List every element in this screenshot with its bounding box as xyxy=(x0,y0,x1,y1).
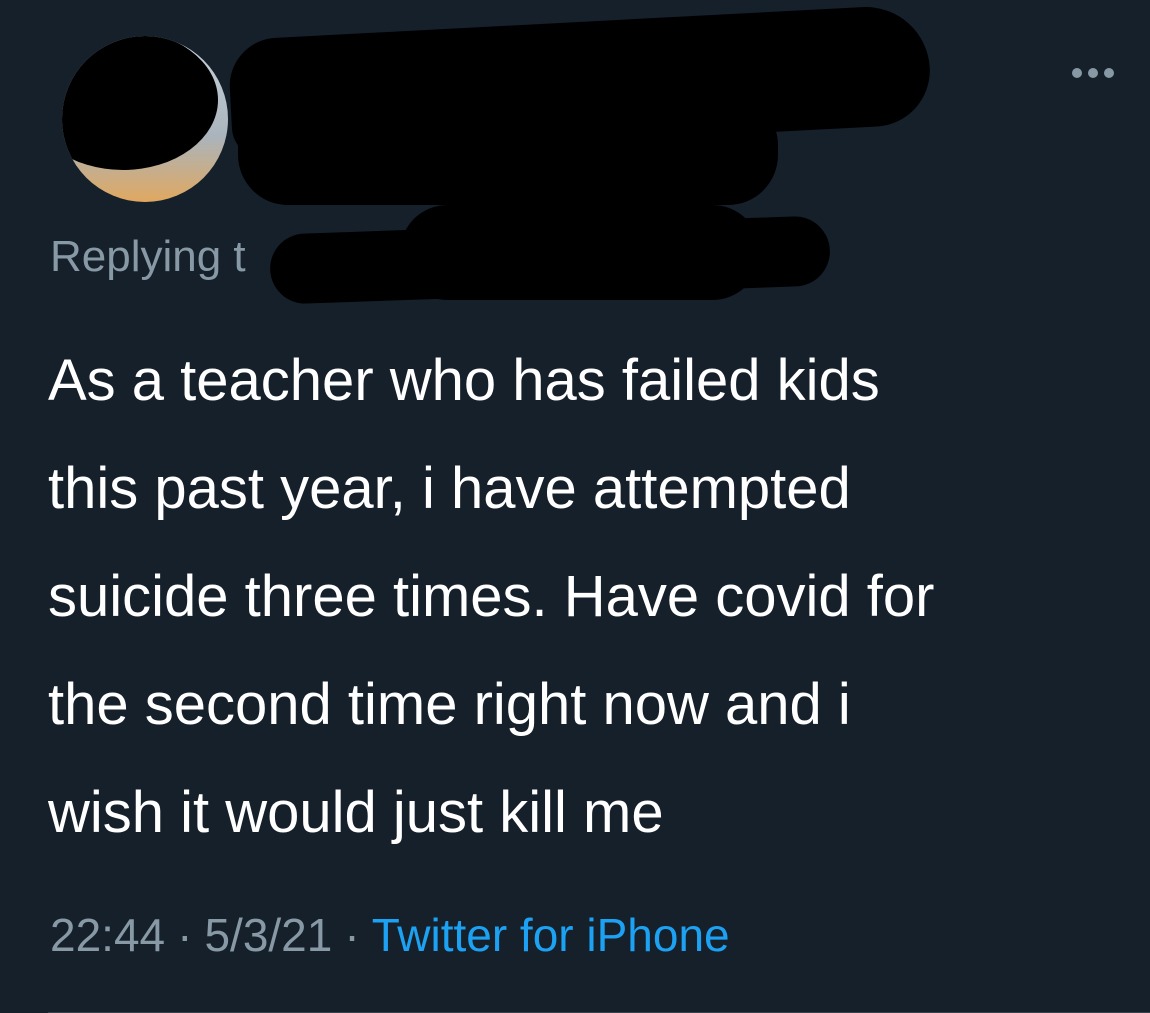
more-icon[interactable] xyxy=(1072,68,1114,78)
redaction-mark xyxy=(238,95,778,205)
replying-label: Replying t xyxy=(50,232,246,281)
tweet-source-link[interactable]: Twitter for iPhone xyxy=(372,909,730,961)
tweet-text-line: As a teacher who has failed kids xyxy=(48,348,880,413)
tweet-text-line: wish it would just kill me xyxy=(48,780,664,845)
tweet-text-line: this past year, i have attempted xyxy=(48,456,851,521)
tweet-metadata: 22:44 · 5/3/21 · Twitter for iPhone xyxy=(50,908,730,962)
redaction-mark xyxy=(62,36,218,170)
avatar[interactable] xyxy=(62,36,228,202)
separator: · xyxy=(177,909,193,961)
tweet-text: As a teacher who has failed kids this pa… xyxy=(48,327,1128,867)
redaction-mark xyxy=(400,205,760,300)
tweet-text-line: the second time right now and i xyxy=(48,672,851,737)
replying-to: Replying t xyxy=(50,232,246,282)
tweet-date[interactable]: 5/3/21 xyxy=(204,909,332,961)
tweet-time[interactable]: 22:44 xyxy=(50,909,165,961)
separator: · xyxy=(344,909,360,961)
tweet-text-line: suicide three times. Have covid for xyxy=(48,564,935,629)
tweet-detail: Replying t As a teacher who has failed k… xyxy=(0,0,1150,1013)
